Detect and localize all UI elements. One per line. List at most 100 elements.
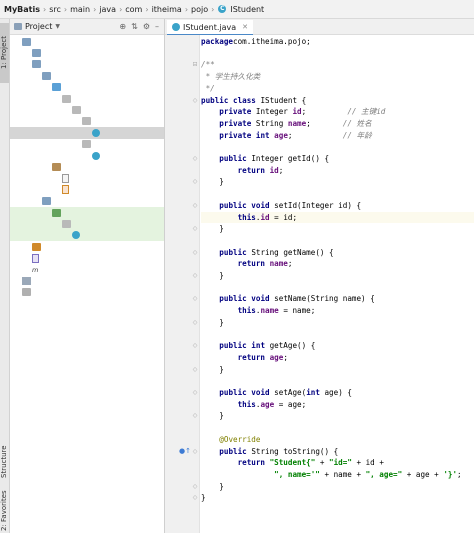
tree-item[interactable]: [10, 229, 164, 242]
tree-item[interactable]: m: [10, 264, 164, 275]
code-line[interactable]: this.age = age;: [201, 399, 474, 411]
code-line[interactable]: [201, 375, 474, 387]
code-line[interactable]: [201, 504, 474, 516]
tree-item[interactable]: [10, 196, 164, 207]
locate-icon[interactable]: ⊕: [119, 22, 126, 31]
fold-marker-icon[interactable]: ◇: [191, 364, 199, 376]
fold-marker-icon[interactable]: ◇: [191, 340, 199, 352]
breadcrumb-project[interactable]: MyBatis: [0, 5, 42, 14]
fold-marker-icon[interactable]: ◇: [191, 153, 199, 165]
fold-marker-icon[interactable]: ◇: [191, 223, 199, 235]
code-line[interactable]: /**: [201, 59, 474, 71]
tree-item[interactable]: [10, 207, 164, 219]
tree-item[interactable]: [10, 287, 164, 298]
code-line[interactable]: public String getName() {: [201, 247, 474, 259]
tree-item[interactable]: [10, 241, 164, 252]
code-line[interactable]: public String toString() {: [201, 446, 474, 458]
fold-marker-icon[interactable]: ◇: [191, 270, 199, 282]
tree-item[interactable]: [10, 82, 164, 93]
code-line[interactable]: [201, 48, 474, 60]
code-line[interactable]: }: [201, 317, 474, 329]
code-line[interactable]: private String name; // 姓名: [201, 118, 474, 130]
fold-marker-icon[interactable]: ◇: [191, 410, 199, 422]
code-line[interactable]: [201, 141, 474, 153]
breadcrumb-com[interactable]: com: [123, 5, 144, 14]
code-line[interactable]: return age;: [201, 352, 474, 364]
hide-icon[interactable]: –: [155, 22, 159, 31]
code-line[interactable]: }: [201, 492, 474, 504]
editor-tab-istudent[interactable]: IStudent.java ✕: [167, 20, 254, 36]
tree-item[interactable]: [10, 59, 164, 70]
fold-marker-icon[interactable]: ◇: [191, 317, 199, 329]
fold-marker-icon[interactable]: ◇: [191, 200, 199, 212]
code-line[interactable]: [201, 188, 474, 200]
code-line[interactable]: }: [201, 176, 474, 188]
code-line[interactable]: return id;: [201, 165, 474, 177]
gear-icon[interactable]: ⚙: [143, 22, 150, 31]
code-line[interactable]: public class IStudent {: [201, 95, 474, 107]
tree-item[interactable]: [10, 127, 164, 139]
structure-tool-tab[interactable]: Structure: [0, 439, 9, 484]
project-tool-tab[interactable]: 1: Project: [0, 23, 9, 83]
code-line[interactable]: this.name = name;: [201, 305, 474, 317]
breadcrumb-pojo[interactable]: pojo: [189, 5, 210, 14]
code-line[interactable]: public Integer getId() {: [201, 153, 474, 165]
code-line[interactable]: [201, 422, 474, 434]
tree-item[interactable]: [10, 161, 164, 172]
fold-marker-icon[interactable]: ◇: [191, 481, 199, 493]
tree-item[interactable]: [10, 173, 164, 184]
override-gutter-icon[interactable]: ●↑: [179, 446, 191, 458]
code-editor[interactable]: packagecom.itheima.pojo; ⊟/** * 学生持久化类 */…: [165, 35, 474, 533]
code-line[interactable]: }: [201, 364, 474, 376]
fold-marker-icon[interactable]: ⊟: [191, 59, 199, 71]
code-line[interactable]: [201, 516, 474, 528]
code-line[interactable]: }: [201, 481, 474, 493]
code-line[interactable]: return name;: [201, 258, 474, 270]
tree-item[interactable]: [10, 70, 164, 81]
code-line[interactable]: }: [201, 410, 474, 422]
fold-marker-icon[interactable]: ◇: [191, 446, 199, 458]
tree-item[interactable]: [10, 184, 164, 195]
code-line[interactable]: @Override: [201, 434, 474, 446]
code-line[interactable]: * 学生持久化类: [201, 71, 474, 83]
code-line[interactable]: [201, 235, 474, 247]
tree-item[interactable]: [10, 36, 164, 47]
tree-item[interactable]: [10, 275, 164, 286]
tree-item[interactable]: [10, 116, 164, 127]
code-line[interactable]: private int age; // 年龄: [201, 130, 474, 142]
code-line[interactable]: public void setId(Integer id) {: [201, 200, 474, 212]
breadcrumb-class[interactable]: IStudent: [228, 5, 266, 14]
favorites-tool-tab[interactable]: 2: Favorites: [0, 489, 9, 533]
code-line[interactable]: this.id = id;: [201, 211, 474, 224]
code-line[interactable]: }: [201, 270, 474, 282]
code-line[interactable]: [201, 329, 474, 341]
fold-marker-icon[interactable]: ◇: [191, 247, 199, 259]
collapse-icon[interactable]: ⇅: [131, 22, 138, 31]
project-panel-title[interactable]: Project: [25, 22, 52, 31]
tree-item[interactable]: [10, 104, 164, 115]
fold-marker-icon[interactable]: ◇: [191, 293, 199, 305]
breadcrumb-java[interactable]: java: [97, 5, 118, 14]
code-line[interactable]: }: [201, 223, 474, 235]
code-line[interactable]: public void setAge(int age) {: [201, 387, 474, 399]
code-line[interactable]: public void setName(String name) {: [201, 293, 474, 305]
fold-marker-icon[interactable]: ◇: [191, 176, 199, 188]
tree-item[interactable]: [10, 93, 164, 104]
code-line[interactable]: private Integer id; // 主键id: [201, 106, 474, 118]
chevron-down-icon[interactable]: ▼: [55, 23, 60, 30]
breadcrumb-itheima[interactable]: itheima: [150, 5, 184, 14]
tree-item[interactable]: [10, 47, 164, 58]
close-icon[interactable]: ✕: [242, 23, 248, 31]
code-line[interactable]: return "Student{" + "id=" + id +: [201, 457, 474, 469]
breadcrumb-src[interactable]: src: [47, 5, 63, 14]
breadcrumb-main[interactable]: main: [68, 5, 92, 14]
code-line[interactable]: [201, 282, 474, 294]
tree-item[interactable]: [10, 253, 164, 264]
fold-marker-icon[interactable]: ◇: [191, 95, 199, 107]
tree-item[interactable]: [10, 150, 164, 161]
tree-item[interactable]: [10, 218, 164, 230]
tree-item[interactable]: [10, 139, 164, 150]
fold-marker-icon[interactable]: ◇: [191, 387, 199, 399]
code-line[interactable]: ", name='" + name + ", age=" + age + '}'…: [201, 469, 474, 481]
code-line[interactable]: public int getAge() {: [201, 340, 474, 352]
